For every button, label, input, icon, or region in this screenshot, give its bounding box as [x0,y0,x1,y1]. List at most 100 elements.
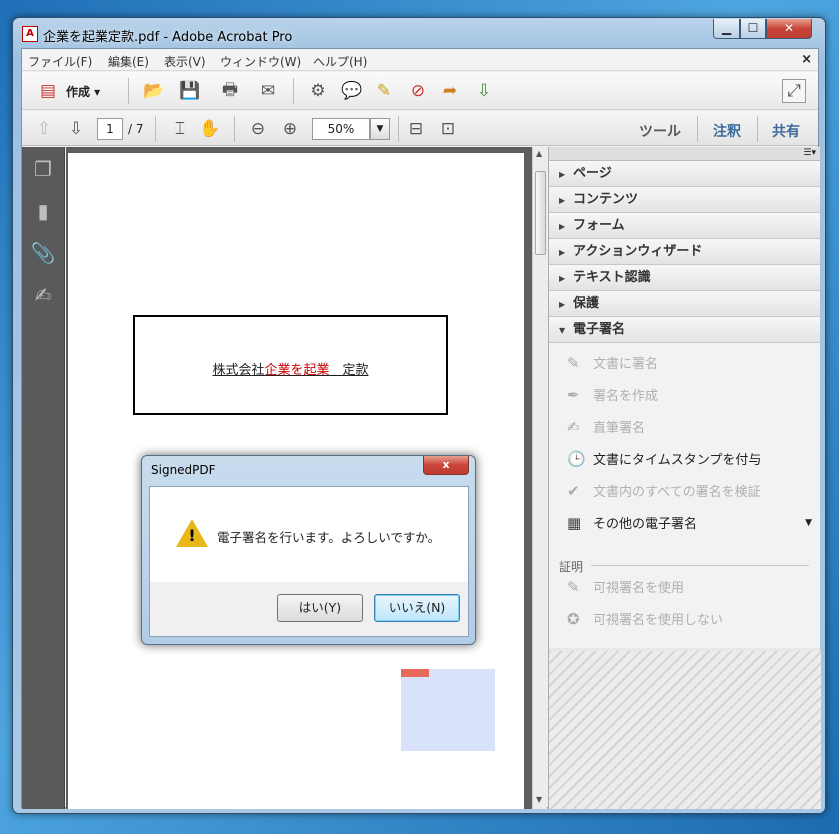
acrobat-window: A 企業を起業定款.pdf - Adobe Acrobat Pro ▁ ☐ ✕ … [12,17,826,814]
dialog-close-button[interactable]: x [423,456,469,475]
attachment-icon[interactable]: 📎 [31,241,56,265]
pdf-icon: A [22,26,38,42]
close-document-icon[interactable]: × [801,52,812,67]
open-folder-icon[interactable]: 📂 [142,79,166,103]
toolbar-separator [398,116,399,142]
next-page-icon[interactable]: ⇩ [64,117,88,141]
scroll-up-icon[interactable]: ▲ [536,149,542,158]
heading-prefix: 株式会社 [212,363,265,378]
select-cursor-icon[interactable]: ⌶ [168,117,192,141]
maximize-button[interactable]: ☐ [740,19,766,39]
sign-icon: ✎ [567,354,580,372]
heading-frame: 株式会社企業を起業 定款 [133,315,448,415]
pages-icon[interactable]: ❐ [31,157,55,181]
title-bar[interactable]: A 企業を起業定款.pdf - Adobe Acrobat Pro ▁ ☐ ✕ [13,18,825,48]
tool-label: 文書に署名 [593,357,659,372]
hand-tool-icon[interactable]: ✋ [198,117,222,141]
certify-icon: ✎ [567,578,580,596]
toolbar-separator [234,116,235,142]
tool-invisible-signature[interactable]: ✪ 可視署名を使用しない [567,607,723,631]
export-icon[interactable]: ➦ [438,79,462,103]
tool-label: 署名を作成 [593,389,659,404]
no-button[interactable]: いいえ(N) [374,594,460,622]
vertical-scrollbar[interactable]: ▲ ▼ [532,147,547,809]
redact-icon[interactable]: ⊘ [406,79,430,103]
triangle-right-icon: ▶ [559,300,566,309]
menu-view[interactable]: 表示(V) [164,53,206,70]
zoom-dropdown-icon[interactable]: ▼ [370,118,390,140]
panel-options-icon[interactable]: ☰▾ [549,147,820,161]
section-action-wizard[interactable]: ▶ アクションウィザード [549,239,820,265]
comment-icon[interactable]: 💬 [340,79,364,103]
previous-page-icon[interactable]: ⇧ [32,117,56,141]
zoom-in-icon[interactable]: ⊕ [278,117,302,141]
close-window-button[interactable]: ✕ [766,19,812,39]
section-protection[interactable]: ▶ 保護 [549,291,820,317]
triangle-right-icon: ▶ [559,248,566,257]
email-icon[interactable]: ✉ [256,79,280,103]
tool-visible-signature[interactable]: ✎ 可視署名を使用 [567,575,684,599]
page-number-input[interactable]: 1 [97,118,123,140]
print-icon[interactable]: 🖶 [218,79,242,103]
section-content[interactable]: ▶ コンテンツ [549,187,820,213]
tool-timestamp[interactable]: 🕒 文書にタイムスタンプを付与 [567,447,761,471]
section-text-recognition[interactable]: ▶ テキスト認識 [549,265,820,291]
triangle-down-icon: ▼ [559,326,566,335]
section-label: フォーム [573,218,625,233]
signature-field[interactable] [401,669,495,751]
share-icon[interactable]: ⇩ [472,79,496,103]
minimize-button[interactable]: ▁ [713,19,740,39]
handwriting-icon: ✍ [567,418,580,436]
create-button[interactable]: 作成 ▾ [66,83,100,100]
signature-icon[interactable]: ✍ [31,283,55,307]
subheading-divider [591,565,809,566]
tab-tools[interactable]: ツール [639,121,681,141]
heading-company-name: 企業を起業 [264,363,330,378]
section-digital-signature[interactable]: ▼ 電子署名 [549,317,820,343]
scroll-down-icon[interactable]: ▼ [536,795,542,804]
section-label: ページ [573,166,612,181]
triangle-right-icon: ▶ [559,196,566,205]
main-toolbar: ▤ 作成 ▾ 📂 💾 🖶 ✉ ⚙ 💬 ✎ ⊘ ➦ ⇩ ⤢ [22,72,818,110]
dialog-footer: はい(Y) いいえ(N) [149,582,469,637]
fit-page-icon[interactable]: ⊟ [404,117,428,141]
yes-button[interactable]: はい(Y) [277,594,363,622]
section-label: 保護 [573,296,600,311]
expand-icon[interactable]: ⤢ [782,79,806,103]
zoom-input[interactable]: 50% [312,118,370,140]
fit-width-icon[interactable]: ⊡ [436,117,460,141]
clock-document-icon: 🕒 [567,450,586,468]
tool-handwritten-signature[interactable]: ✍ 直筆署名 [567,415,645,439]
scrollbar-thumb[interactable] [535,171,546,255]
tool-label: 文書内のすべての署名を検証 [593,485,761,500]
signature-tools-list: ✎ 文書に署名 ✒ 署名を作成 ✍ 直筆署名 🕒 文書にタイムスタンプを付与 ✔ 文書内の… [549,343,820,648]
tab-comment[interactable]: 注釈 [713,121,741,141]
triangle-right-icon: ▶ [559,222,566,231]
zoom-out-icon[interactable]: ⊖ [246,117,270,141]
tool-validate-signatures[interactable]: ✔ 文書内のすべての署名を検証 [567,479,761,503]
panel-empty-area [549,651,821,809]
save-icon[interactable]: 💾 [178,79,202,103]
menu-window[interactable]: ウィンドウ(W) [220,53,301,70]
navigation-toolbar: ⇧ ⇩ 1 / 7 ⌶ ✋ ⊖ ⊕ 50% ▼ ⊟ ⊡ ツール 注釈 共有 [22,111,818,146]
tool-label: その他の電子署名 [593,517,698,532]
section-forms[interactable]: ▶ フォーム [549,213,820,239]
tool-create-signature[interactable]: ✒ 署名を作成 [567,383,658,407]
menu-file[interactable]: ファイル(F) [28,53,92,70]
create-pdf-icon[interactable]: ▤ [36,79,60,103]
menu-help[interactable]: ヘルプ(H) [313,53,367,70]
section-pages[interactable]: ▶ ページ [549,161,820,187]
tab-share[interactable]: 共有 [772,121,800,141]
bookmark-icon[interactable]: ▮ [31,199,55,223]
tool-label: 可視署名を使用しない [593,613,724,628]
tool-more-signatures[interactable]: ▦ その他の電子署名 ▼ [567,511,812,535]
dialog-body: ! 電子署名を行います。よろしいですか。 [149,486,469,582]
highlight-icon[interactable]: ✎ [372,79,396,103]
dialog-message: 電子署名を行います。よろしいですか。 [217,530,441,545]
certify-seal-icon: ✪ [567,610,580,628]
toolbar-separator [155,116,156,142]
menu-edit[interactable]: 編集(E) [108,53,149,70]
gear-icon[interactable]: ⚙ [306,79,330,103]
tool-sign-document[interactable]: ✎ 文書に署名 [567,351,658,375]
toolbar-separator [293,78,294,104]
